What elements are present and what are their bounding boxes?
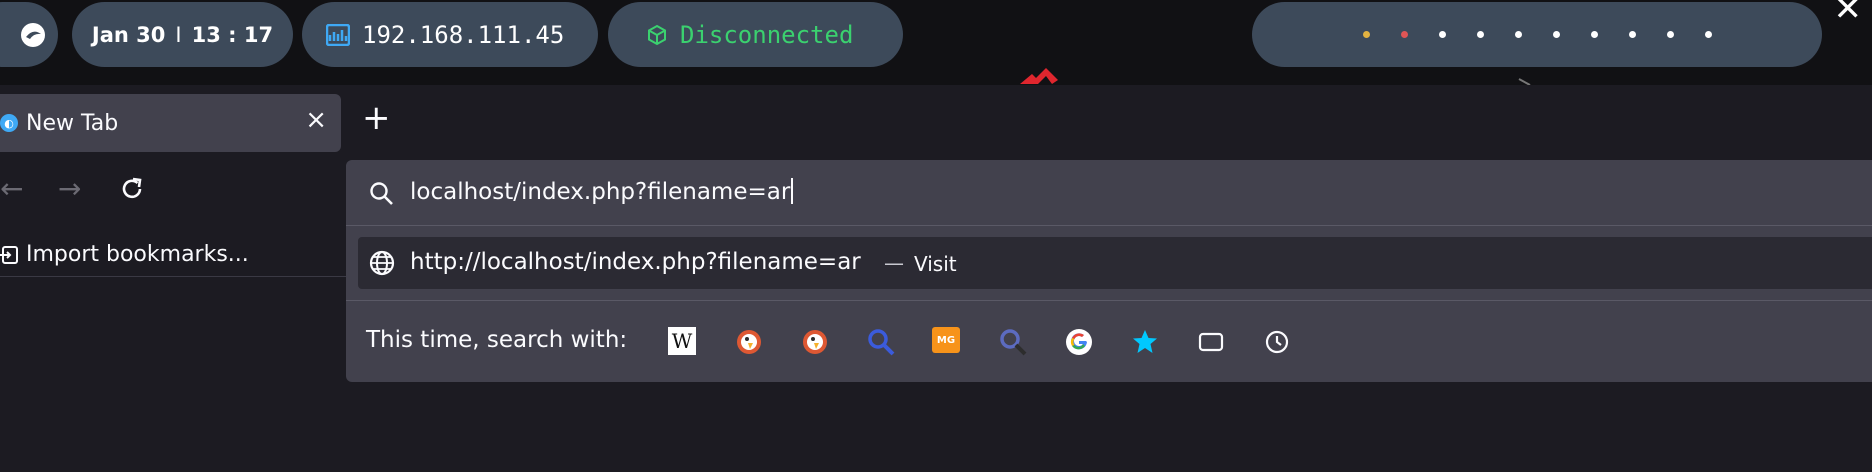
- new-tab-button[interactable]: +: [362, 101, 391, 135]
- urlbar-value: localhost/index.php?filename=ar: [410, 179, 791, 205]
- workspace-dot[interactable]: [1438, 31, 1446, 38]
- workspace-switcher: [1252, 2, 1822, 67]
- forward-arrow-icon[interactable]: →: [58, 175, 81, 203]
- wallpaper-fragment: [1518, 78, 1531, 85]
- ip-widget[interactable]: 192.168.111.45: [302, 2, 598, 67]
- bookmarks-star-icon[interactable]: [1130, 327, 1160, 357]
- tabs-icon[interactable]: [1196, 327, 1226, 357]
- urlbar-suggestion[interactable]: http://localhost/index.php?filename=ar —…: [358, 237, 1872, 289]
- workspace-dot[interactable]: [1514, 31, 1522, 38]
- mg-icon[interactable]: MG: [932, 327, 960, 353]
- back-arrow-icon[interactable]: ←: [0, 175, 23, 203]
- history-icon[interactable]: [1262, 327, 1292, 357]
- workspace-dot[interactable]: [1704, 31, 1712, 38]
- tab-strip: ◐ New Tab × +: [0, 85, 1872, 157]
- date-text: Jan 30: [91, 22, 166, 47]
- urlbar-dropdown: localhost/index.php?filename=ar http://l…: [346, 160, 1872, 382]
- urlbar-input[interactable]: localhost/index.php?filename=ar: [410, 178, 794, 205]
- tab-new-tab[interactable]: ◐ New Tab ×: [0, 94, 341, 152]
- network-monitor-icon: [326, 23, 350, 46]
- search-icon: [370, 182, 393, 205]
- time-text: 13 : 17: [191, 22, 274, 47]
- workspace-dot[interactable]: [1400, 31, 1408, 38]
- wikipedia-icon[interactable]: W: [668, 327, 696, 355]
- divider: [346, 300, 1872, 301]
- workspace-dot[interactable]: [1552, 31, 1560, 38]
- search-engine-icon[interactable]: [866, 327, 896, 357]
- vpn-status-widget[interactable]: Disconnected: [608, 2, 903, 67]
- close-icon[interactable]: ✕: [1834, 0, 1863, 26]
- search-engine-icon[interactable]: [998, 327, 1028, 357]
- import-icon: [0, 245, 18, 264]
- suggestion-action: Visit: [914, 252, 957, 276]
- suggestion-separator: —: [884, 251, 904, 275]
- workspace-dot[interactable]: [1590, 31, 1598, 38]
- system-menu-button[interactable]: [0, 2, 58, 67]
- date-time-separator: I: [175, 22, 182, 47]
- reload-icon[interactable]: [118, 175, 146, 203]
- firefox-favicon-icon: ◐: [0, 114, 18, 132]
- text-caret: [791, 178, 794, 204]
- import-bookmarks-link[interactable]: Import bookmarks...: [26, 242, 249, 267]
- vpn-status-text: Disconnected: [680, 20, 854, 49]
- system-topbar: Jan 30 I 13 : 17 192.168.111.45 Disconne…: [0, 0, 1872, 85]
- clock-widget[interactable]: Jan 30 I 13 : 17: [72, 2, 293, 67]
- workspace-dot[interactable]: [1628, 31, 1636, 38]
- distro-logo-icon: [21, 22, 45, 47]
- workspace-dot[interactable]: [1362, 31, 1370, 38]
- suggestion-url: http://localhost/index.php?filename=ar: [410, 249, 861, 275]
- search-with-label: This time, search with:: [366, 327, 628, 353]
- tab-title: New Tab: [26, 110, 119, 136]
- workspace-dot[interactable]: [1476, 31, 1484, 38]
- duckduckgo-icon[interactable]: [800, 327, 830, 357]
- cube-icon: [648, 24, 666, 45]
- urlbar[interactable]: localhost/index.php?filename=ar: [346, 160, 1872, 226]
- google-icon[interactable]: [1064, 327, 1094, 357]
- bookmarks-toolbar: Import bookmarks...: [0, 233, 346, 277]
- duckduckgo-icon[interactable]: [734, 327, 764, 357]
- wallpaper-logo-fragment: [1020, 68, 1058, 84]
- workspace-dot[interactable]: [1666, 31, 1674, 38]
- tab-close-icon[interactable]: ×: [305, 107, 327, 133]
- globe-icon: [369, 250, 395, 276]
- ip-address-text: 192.168.111.45: [362, 20, 565, 49]
